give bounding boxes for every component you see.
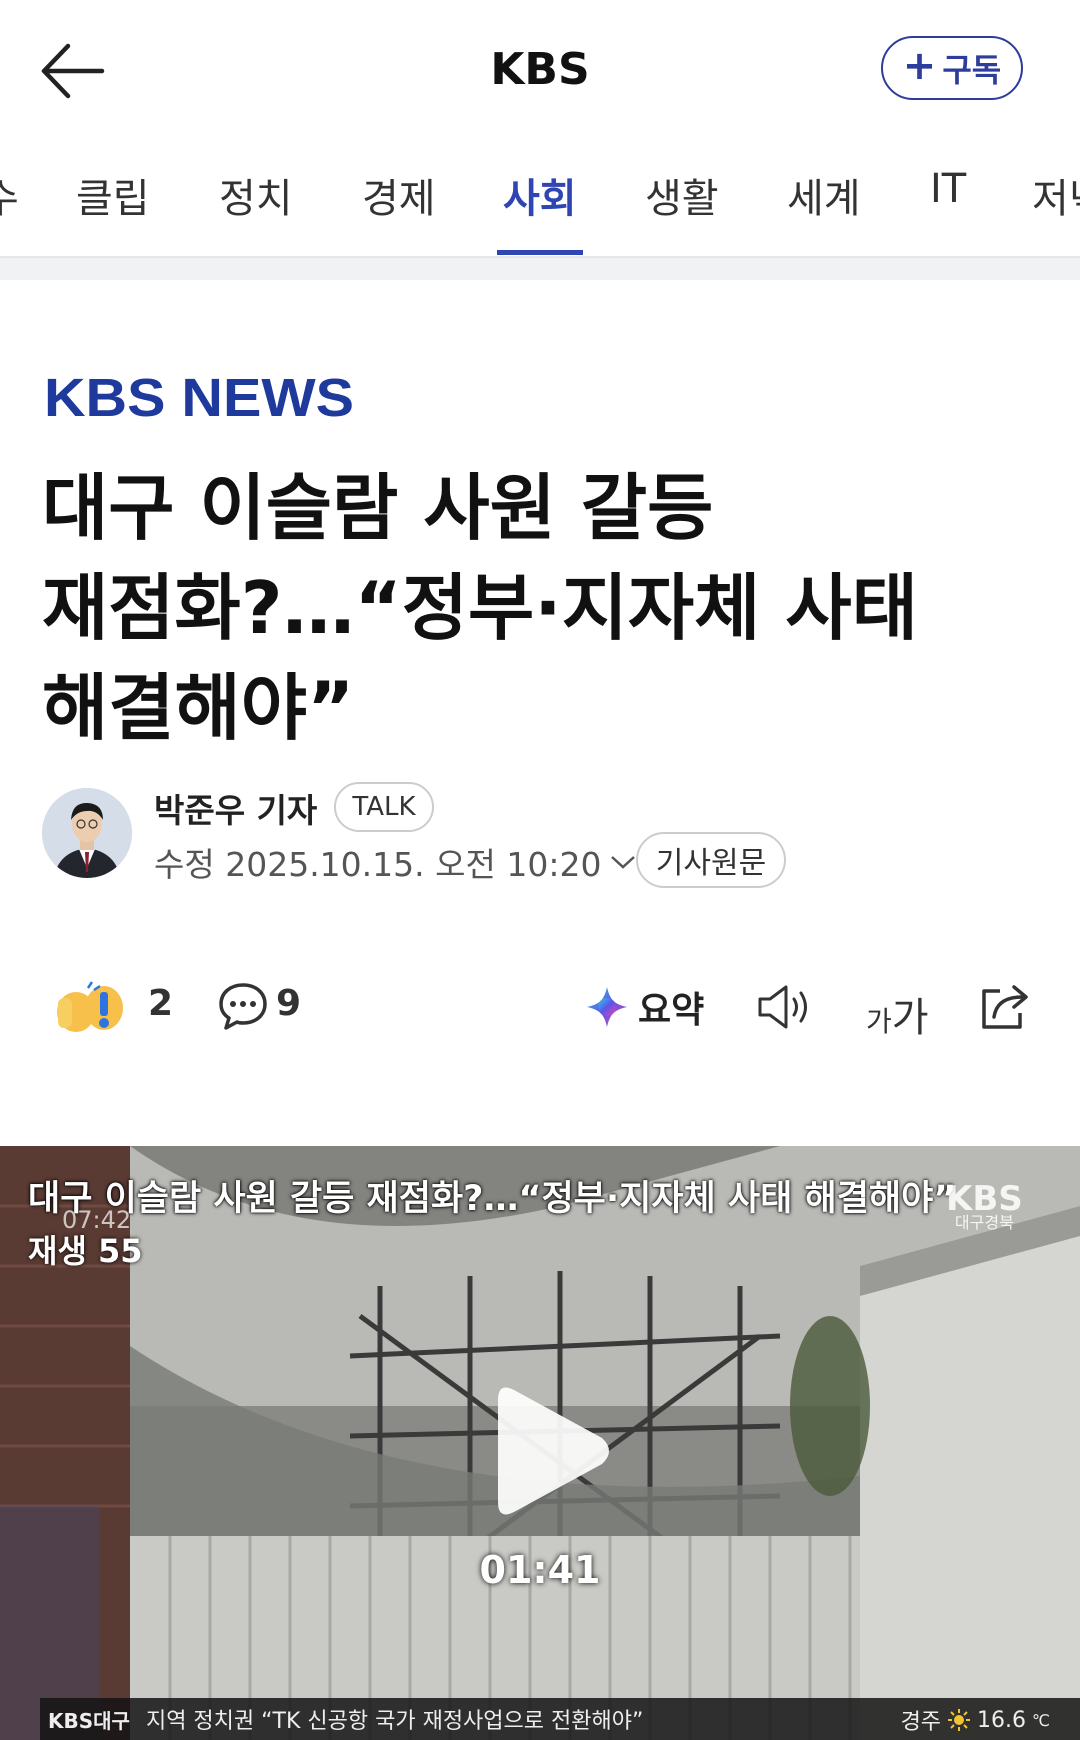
weather-unit: ℃ xyxy=(1032,1710,1050,1730)
font-size-small: 가 xyxy=(866,1005,892,1038)
sun-icon xyxy=(948,1709,971,1731)
tab-living[interactable]: 생활 xyxy=(645,166,719,224)
video-player[interactable]: 대구 이슬람 사원 갈등 재점화?…“정부·지자체 사태 해결해야” 07:42… xyxy=(0,1146,1080,1740)
talk-button[interactable]: TALK xyxy=(334,782,434,832)
summary-label: 요약 xyxy=(638,990,705,1031)
category-tabs: 수 클립 정치 경제 사회 생활 세계 IT 저녁 xyxy=(0,150,1080,258)
video-title: 대구 이슬람 사원 갈등 재점화?…“정부·지자체 사태 해결해야” xyxy=(28,1179,957,1219)
plus-icon: + xyxy=(902,43,937,89)
reaction-count: 2 xyxy=(148,983,174,1024)
active-tab-indicator xyxy=(497,250,583,255)
tab-partial-left[interactable]: 수 xyxy=(0,166,19,224)
tab-clip[interactable]: 클립 xyxy=(76,166,150,224)
date-text: 수정 2025.10.15. 오전 10:20 xyxy=(154,845,602,884)
ticker-weather: 경주 16.6 ℃ xyxy=(901,1704,1050,1736)
share-icon[interactable] xyxy=(978,981,1032,1033)
svg-text:KBS NEWS: KBS NEWS xyxy=(44,372,354,422)
app-header: KBS + 구독 xyxy=(0,0,1080,140)
article-headline: 대구 이슬람 사원 갈등 재점화?…“정부·지자체 사태 해결해야” xyxy=(42,466,918,750)
font-size-large: 가 xyxy=(891,995,929,1041)
chevron-down-icon xyxy=(611,856,636,869)
kbs-news-logo: KBS NEWS xyxy=(44,368,356,428)
reporter-name[interactable]: 박준우 기자 xyxy=(154,784,317,832)
logo-subtext: 대구경북 xyxy=(954,1213,1014,1232)
tab-evening[interactable]: 저녁 xyxy=(1032,166,1080,224)
comment-count: 9 xyxy=(276,983,302,1024)
comment-icon[interactable] xyxy=(218,981,268,1031)
weather-city: 경주 xyxy=(900,1710,942,1735)
reporter-avatar[interactable] xyxy=(42,788,132,878)
original-article-button[interactable]: 기사원문 xyxy=(636,832,786,888)
video-duration: 01:41 xyxy=(479,1548,601,1592)
tab-society[interactable]: 사회 xyxy=(503,166,577,224)
subscribe-button[interactable]: + 구독 xyxy=(881,36,1023,100)
summary-button[interactable]: 요약 xyxy=(584,977,704,1037)
play-icon[interactable] xyxy=(478,1376,618,1526)
font-size-button[interactable]: 가가 xyxy=(866,985,929,1043)
tab-economy[interactable]: 경제 xyxy=(362,166,436,224)
speaker-icon[interactable] xyxy=(756,981,814,1033)
weather-temp: 16.6 xyxy=(977,1707,1027,1733)
article-date[interactable]: 수정 2025.10.15. 오전 10:20 xyxy=(154,838,637,886)
news-ticker: KBS대구 지역 정치권 “TK 신공항 국가 재정사업으로 전환해야” 경주 … xyxy=(40,1698,1080,1740)
section-divider xyxy=(0,258,1080,280)
kbs-daegu-logo: KBS 대구경북 xyxy=(946,1182,1023,1232)
tab-world[interactable]: 세계 xyxy=(787,166,861,224)
ticker-brand: KBS대구 xyxy=(48,1708,130,1733)
ticker-text: 지역 정치권 “TK 신공항 국가 재정사업으로 전환해야” xyxy=(145,1709,644,1734)
tab-it[interactable]: IT xyxy=(930,166,966,212)
reaction-emoji-icon[interactable] xyxy=(46,978,136,1038)
subscribe-label: 구독 xyxy=(942,51,1002,89)
article-actions: 2 9 요약 가가 xyxy=(0,975,1080,1045)
tab-politics[interactable]: 정치 xyxy=(219,166,293,224)
ai-summary-icon xyxy=(587,987,627,1027)
video-view-count: 재생 55 xyxy=(28,1232,143,1270)
